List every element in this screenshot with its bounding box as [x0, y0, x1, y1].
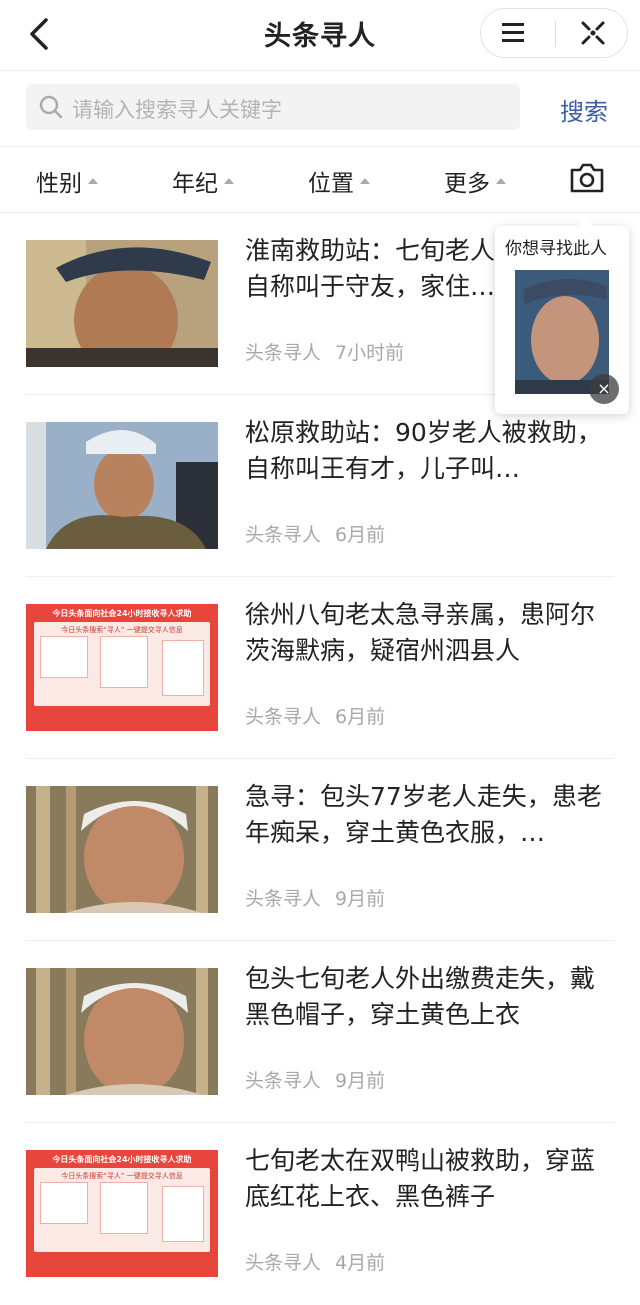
item-source: 头条寻人: [245, 524, 322, 546]
item-title: 包头七旬老人外出缴费走失，戴黑色帽子，穿土黄色上衣: [245, 964, 596, 1029]
poster-box: [40, 636, 88, 678]
item-meta: 头条寻人 9月前: [245, 884, 399, 911]
item-time: 6月前: [335, 706, 386, 728]
capsule-divider: [555, 21, 556, 47]
capsule-menu: [480, 8, 628, 58]
poster-box: [100, 1182, 148, 1234]
item-time: 9月前: [335, 888, 386, 910]
divider: [0, 146, 640, 147]
poster-box: [40, 1182, 88, 1224]
top-bar: 头条寻人: [0, 0, 640, 70]
poster: 今日头条面向社会24小时接收寻人求助 今日头条搜索“寻人” 一键提交寻人信息: [26, 604, 218, 731]
filter-label: 性别: [36, 171, 82, 197]
item-source: 头条寻人: [245, 706, 322, 728]
person-photo: [26, 786, 218, 913]
poster: 今日头条面向社会24小时接收寻人求助 今日头条搜索“寻人” 一键提交寻人信息: [26, 1150, 218, 1277]
filter-label: 年纪: [172, 171, 218, 197]
notice-poster: 今日头条面向社会24小时接收寻人求助 今日头条搜索“寻人” 一键提交寻人信息: [26, 604, 218, 731]
item-meta: 头条寻人 9月前: [245, 1066, 399, 1093]
filter-label: 位置: [308, 171, 354, 197]
camera-icon[interactable]: [568, 160, 606, 196]
list-item[interactable]: 包头七旬老人外出缴费走失，戴黑色帽子，穿土黄色上衣 头条寻人 9月前: [0, 941, 640, 1123]
filter-label: 更多: [444, 171, 490, 197]
poster-banner: 今日头条面向社会24小时接收寻人求助: [52, 609, 192, 618]
person-photo: [26, 422, 218, 549]
filter-age[interactable]: 年纪: [172, 164, 234, 198]
item-meta: 头条寻人 6月前: [245, 520, 399, 547]
list-item[interactable]: 今日头条面向社会24小时接收寻人求助 今日头条搜索“寻人” 一键提交寻人信息 七…: [0, 1123, 640, 1305]
item-title: 急寻：包头77岁老人走失，患老年痴呆，穿土黄色衣服，…: [245, 782, 602, 847]
list-item[interactable]: 松原救助站：90岁老人被救助，自称叫王有才，儿子叫… 头条寻人 6月前: [0, 395, 640, 577]
list-item[interactable]: 急寻：包头77岁老人走失，患老年痴呆，穿土黄色衣服，… 头条寻人 9月前: [0, 759, 640, 941]
popup-label: 你想寻找此人: [505, 239, 607, 259]
poster-box: [100, 636, 148, 688]
item-meta: 头条寻人 4月前: [245, 1248, 399, 1275]
person-photo: [26, 968, 218, 1095]
search-icon: [38, 94, 64, 120]
search-input[interactable]: 请输入搜索寻人关键字: [26, 84, 520, 130]
item-time: 6月前: [335, 524, 386, 546]
poster-box: [162, 1186, 204, 1242]
item-source: 头条寻人: [245, 888, 322, 910]
caret-up-icon: [88, 178, 98, 184]
popup-arrow: [577, 218, 593, 226]
list-item[interactable]: 今日头条面向社会24小时接收寻人求助 今日头条搜索“寻人” 一键提交寻人信息 徐…: [0, 577, 640, 759]
item-source: 头条寻人: [245, 1252, 322, 1274]
item-source: 头条寻人: [245, 342, 322, 364]
face-search-popup[interactable]: 你想寻找此人 ×: [495, 218, 629, 414]
filter-gender[interactable]: 性别: [36, 164, 98, 198]
header-divider: [0, 70, 640, 71]
poster-box: [162, 640, 204, 696]
search-button[interactable]: 搜索: [560, 92, 608, 127]
item-title: 徐州八旬老太急寻亲属，患阿尔茨海默病，疑宿州泗县人: [245, 600, 596, 665]
poster-footer: [34, 710, 210, 728]
filter-location[interactable]: 位置: [308, 164, 370, 198]
item-meta: 头条寻人 7小时前: [245, 338, 418, 365]
item-title: 松原救助站：90岁老人被救助，自称叫王有才，儿子叫…: [245, 418, 602, 483]
filter-more[interactable]: 更多: [444, 164, 506, 198]
close-icon[interactable]: ×: [589, 374, 619, 404]
poster-card: 今日头条搜索“寻人” 一键提交寻人信息: [34, 622, 210, 706]
poster-footer: [34, 1256, 210, 1274]
item-time: 7小时前: [335, 342, 405, 364]
item-title: 七旬老太在双鸭山被救助，穿蓝底红花上衣、黑色裤子: [245, 1146, 596, 1211]
poster-card: 今日头条搜索“寻人” 一键提交寻人信息: [34, 1168, 210, 1252]
hamburger-icon[interactable]: [497, 18, 531, 48]
caret-up-icon: [360, 178, 370, 184]
poster-banner: 今日头条面向社会24小时接收寻人求助: [52, 1155, 192, 1164]
close-icon[interactable]: [577, 18, 609, 48]
item-meta: 头条寻人 6月前: [245, 702, 399, 729]
item-time: 4月前: [335, 1252, 386, 1274]
caret-up-icon: [496, 178, 506, 184]
caret-up-icon: [224, 178, 234, 184]
notice-poster: 今日头条面向社会24小时接收寻人求助 今日头条搜索“寻人” 一键提交寻人信息: [26, 1150, 218, 1277]
search-placeholder: 请输入搜索寻人关键字: [72, 98, 282, 122]
poster-subtitle: 今日头条搜索“寻人” 一键提交寻人信息: [61, 1172, 183, 1180]
item-time: 9月前: [335, 1070, 386, 1092]
item-source: 头条寻人: [245, 1070, 322, 1092]
person-photo: [26, 240, 218, 367]
poster-subtitle: 今日头条搜索“寻人” 一键提交寻人信息: [61, 626, 183, 634]
